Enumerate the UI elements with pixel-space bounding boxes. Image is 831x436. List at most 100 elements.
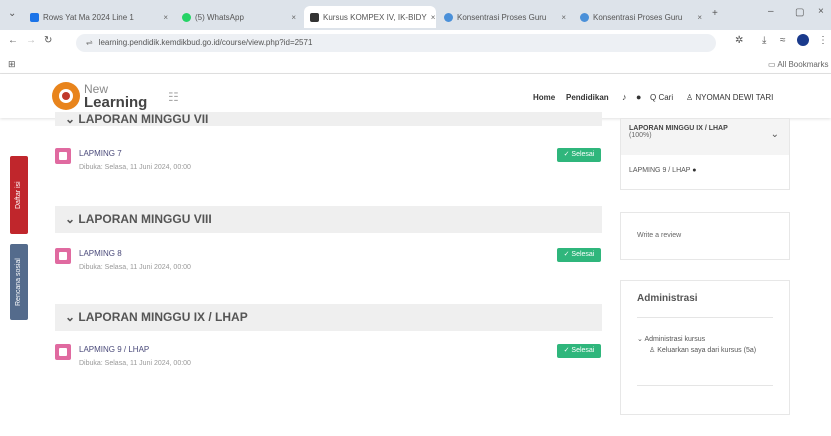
- reload-icon[interactable]: ↻: [44, 35, 52, 46]
- tab-label: Konsentrasi Proses Guru: [593, 12, 683, 22]
- all-bookmarks-label: All Bookmarks: [777, 60, 829, 69]
- unenrol-label: Keluarkan saya dari kursus (5a): [657, 347, 757, 354]
- admin-block: Administrasi ⌄ Administrasi kursus ♙ Kel…: [620, 280, 790, 415]
- browser-tab-2[interactable]: (5) WhatsApp ×: [176, 6, 302, 28]
- translate-icon[interactable]: ≈: [780, 35, 786, 46]
- current-dot-icon: ●: [692, 167, 697, 174]
- section-header[interactable]: ⌄ LAPORAN MINGGU VII: [55, 112, 602, 126]
- brand-name: Learning: [84, 94, 148, 111]
- tab-label: (5) WhatsApp: [195, 12, 244, 22]
- admin-group-label: Administrasi kursus: [644, 336, 706, 343]
- write-review-link[interactable]: Write a review: [637, 232, 681, 239]
- notification-bell-icon[interactable]: ♪: [622, 92, 627, 102]
- course-nav-item[interactable]: LAPMING 9 / LHAP ●: [621, 155, 789, 186]
- admin-course-group[interactable]: ⌄ Administrasi kursus: [637, 335, 705, 343]
- chevron-down-icon[interactable]: ⌄: [771, 129, 779, 140]
- tab-search-icon[interactable]: ⌄: [8, 8, 16, 19]
- tab-label: Kursus KOMPEX IV, IK-BIDY: [323, 12, 427, 22]
- activity-link[interactable]: LAPMING 9 / LHAP: [79, 345, 149, 354]
- new-tab-icon[interactable]: +: [712, 8, 718, 19]
- address-bar-row: ← → ↻ ⇌ learning.pendidik.kemdikbud.go.id…: [0, 30, 831, 56]
- tab-favicon: [444, 12, 453, 22]
- course-nav-header[interactable]: LAPORAN MINGGU IX / LHAP (100%) ⌄: [621, 119, 789, 155]
- assignment-icon: [55, 344, 71, 360]
- extensions-icon[interactable]: ✲: [735, 35, 743, 46]
- browser-tab-4[interactable]: Konsentrasi Proses Guru ×: [438, 6, 572, 28]
- tab-favicon: [182, 12, 191, 22]
- download-icon[interactable]: ⤓: [762, 35, 766, 46]
- admin-divider: [637, 317, 773, 318]
- user-icon: ♙: [649, 347, 656, 354]
- browser-tab-5[interactable]: Konsentrasi Proses Guru ×: [574, 6, 708, 28]
- grid-menu-icon[interactable]: ☷: [168, 90, 179, 104]
- admin-divider-bottom: [637, 385, 773, 386]
- section-title: LAPORAN MINGGU VIII: [78, 212, 212, 226]
- collapse-icon: ⌄: [65, 112, 79, 126]
- browser-menu-icon[interactable]: ⋮: [818, 35, 828, 46]
- completion-badge: ✓ Selesai: [557, 148, 601, 162]
- tab-favicon: [30, 12, 39, 22]
- section-title: LAPORAN MINGGU VII: [78, 112, 209, 126]
- browser-tabbar: ⌄ Rows Yat Ma 2024 Line 1 × (5) WhatsApp…: [0, 0, 831, 30]
- new-learning-logo[interactable]: [52, 82, 80, 110]
- maximize-icon[interactable]: ▢: [795, 7, 804, 18]
- browser-tab-1[interactable]: Rows Yat Ma 2024 Line 1 ×: [24, 6, 174, 28]
- close-icon[interactable]: ×: [697, 13, 702, 22]
- user-icon: ♙: [686, 93, 694, 102]
- section-header[interactable]: ⌄ LAPORAN MINGGU IX / LHAP: [55, 304, 602, 331]
- table-of-contents-tab[interactable]: Daftar isi: [10, 156, 28, 234]
- site-info-icon[interactable]: ⇌: [86, 38, 93, 47]
- search-link[interactable]: Q Cari: [650, 93, 673, 102]
- assignment-icon: [55, 248, 71, 264]
- all-bookmarks[interactable]: ▭ All Bookmarks: [768, 60, 828, 69]
- course-nav-title: LAPORAN MINGGU IX / LHAP: [629, 125, 728, 132]
- tab-favicon: [580, 12, 589, 22]
- close-icon[interactable]: ×: [291, 13, 296, 22]
- tab-label: Konsentrasi Proses Guru: [457, 12, 547, 22]
- message-icon[interactable]: ●: [636, 92, 641, 102]
- url-input[interactable]: ⇌ learning.pendidik.kemdikbud.go.id/cours…: [76, 34, 716, 52]
- folder-icon: ▭: [768, 60, 776, 69]
- nav-pendidikan[interactable]: Pendidikan: [566, 93, 609, 102]
- social-plan-tab[interactable]: Rencana sosial: [10, 244, 28, 320]
- section-header[interactable]: ⌄ LAPORAN MINGGU VIII: [55, 206, 602, 233]
- forward-icon[interactable]: →: [26, 35, 36, 46]
- collapse-icon: ⌄: [637, 336, 643, 343]
- nav-home[interactable]: Home: [533, 93, 555, 102]
- course-nav-item-label: LAPMING 9 / LHAP: [629, 167, 691, 174]
- activity-link[interactable]: LAPMING 7: [79, 149, 122, 158]
- collapse-icon: ⌄: [65, 310, 79, 324]
- activity-link[interactable]: LAPMING 8: [79, 249, 122, 258]
- social-tab-label: Rencana sosial: [15, 258, 22, 306]
- close-icon[interactable]: ×: [431, 13, 436, 22]
- user-menu[interactable]: ♙ NYOMAN DEWI TARI: [686, 93, 773, 102]
- course-nav-block: LAPORAN MINGGU IX / LHAP (100%) ⌄ LAPMIN…: [620, 118, 790, 190]
- logo-dot: [62, 92, 70, 100]
- profile-icon[interactable]: [797, 34, 809, 46]
- assignment-icon: [55, 148, 71, 164]
- bookmarks-bar: ⊞ ▭ All Bookmarks: [0, 56, 831, 74]
- user-name: NYOMAN DEWI TARI: [695, 93, 774, 102]
- back-icon[interactable]: ←: [8, 35, 18, 46]
- activity-date: Dibuka: Selasa, 11 Juni 2024, 00:00: [79, 360, 191, 367]
- tab-favicon: [310, 12, 319, 22]
- close-icon[interactable]: ×: [163, 13, 168, 22]
- completion-badge: ✓ Selesai: [557, 344, 601, 358]
- apps-icon[interactable]: ⊞: [8, 59, 16, 70]
- admin-title: Administrasi: [637, 293, 698, 304]
- section-title: LAPORAN MINGGU IX / LHAP: [78, 310, 248, 324]
- url-text: learning.pendidik.kemdikbud.go.id/course…: [98, 38, 313, 47]
- completion-badge: ✓ Selesai: [557, 248, 601, 262]
- unenrol-link[interactable]: ♙ Keluarkan saya dari kursus (5a): [649, 346, 769, 356]
- course-nav-percent: (100%): [629, 132, 652, 139]
- browser-tab-3[interactable]: Kursus KOMPEX IV, IK-BIDY ×: [304, 6, 436, 28]
- activity-date: Dibuka: Selasa, 11 Juni 2024, 00:00: [79, 164, 191, 171]
- close-icon[interactable]: ×: [561, 13, 566, 22]
- review-block: Write a review: [620, 212, 790, 260]
- activity-date: Dibuka: Selasa, 11 Juni 2024, 00:00: [79, 264, 191, 271]
- collapse-icon: ⌄: [65, 212, 79, 226]
- minimize-icon[interactable]: –: [768, 6, 774, 17]
- window-close-icon[interactable]: ×: [818, 6, 824, 17]
- toc-tab-label: Daftar isi: [15, 181, 22, 209]
- tab-label: Rows Yat Ma 2024 Line 1: [43, 12, 134, 22]
